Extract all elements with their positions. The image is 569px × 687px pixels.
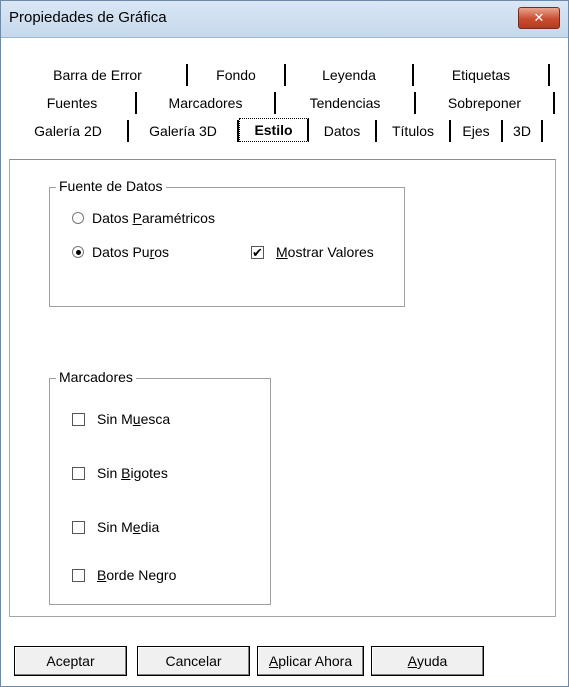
marcadores-group: Marcadores Sin Muesca Sin Bigotes Sin Me… — [49, 369, 271, 605]
tab-row-2: Fuentes Marcadores Tendencias Sobreponer — [9, 88, 555, 114]
datos-parametricos-label: Datos Paramétricos — [92, 210, 215, 226]
checkbox-icon — [72, 466, 85, 480]
tab-fuentes[interactable]: Fuentes — [9, 92, 137, 114]
tab-fondo[interactable]: Fondo — [188, 64, 286, 86]
aplicar-ahora-button[interactable]: Aplicar Ahora — [257, 646, 364, 676]
mostrar-valores-label: Mostrar Valores — [276, 244, 374, 260]
tab-tendencias[interactable]: Tendencias — [276, 92, 416, 114]
tab-estilo[interactable]: Estilo — [239, 118, 309, 142]
properties-dialog: Propiedades de Gráfica ✕ Barra de Error … — [0, 0, 569, 687]
sin-bigotes-checkbox[interactable]: Sin Bigotes — [72, 465, 168, 481]
tab-leyenda[interactable]: Leyenda — [286, 64, 414, 86]
sin-muesca-label: Sin Muesca — [97, 411, 171, 427]
tab-etiquetas[interactable]: Etiquetas — [414, 64, 550, 86]
tab-galeria-2d[interactable]: Galería 2D — [9, 120, 129, 142]
tab-barra-de-error[interactable]: Barra de Error — [9, 64, 188, 86]
borde-negro-label: Borde Negro — [97, 567, 177, 583]
datos-puros-label: Datos Puros — [92, 244, 170, 260]
close-button[interactable]: ✕ — [518, 7, 560, 29]
dialog-content: Barra de Error Fondo Leyenda Etiquetas F… — [1, 38, 568, 686]
tab-row-3: Galería 2D Galería 3D Estilo Datos Títul… — [9, 116, 543, 142]
cancelar-button[interactable]: Cancelar — [137, 646, 250, 676]
title-bar[interactable]: Propiedades de Gráfica ✕ — [1, 1, 568, 38]
close-icon: ✕ — [533, 10, 545, 25]
estilo-panel: Fuente de Datos Datos Paramétricos Datos… — [9, 159, 556, 617]
checkbox-icon — [72, 412, 85, 426]
mostrar-valores-checkbox[interactable]: ✔ Mostrar Valores — [251, 244, 374, 260]
borde-negro-checkbox[interactable]: Borde Negro — [72, 567, 176, 583]
checkbox-icon — [72, 568, 85, 582]
fuente-de-datos-legend: Fuente de Datos — [56, 178, 166, 194]
datos-parametricos-radio[interactable]: Datos Paramétricos — [72, 210, 215, 226]
sin-media-label: Sin Media — [97, 519, 160, 535]
tab-datos[interactable]: Datos — [309, 120, 377, 142]
checkmark-icon: ✔ — [251, 244, 264, 260]
sin-media-checkbox[interactable]: Sin Media — [72, 519, 159, 535]
tab-row-1: Barra de Error Fondo Leyenda Etiquetas — [9, 60, 550, 86]
tab-titulos[interactable]: Títulos — [377, 120, 451, 142]
fuente-de-datos-group: Fuente de Datos Datos Paramétricos Datos… — [49, 178, 405, 307]
radio-icon — [72, 212, 84, 224]
radio-selected-icon — [72, 246, 84, 258]
checkbox-icon — [72, 520, 85, 534]
tab-marcadores[interactable]: Marcadores — [137, 92, 276, 114]
sin-muesca-checkbox[interactable]: Sin Muesca — [72, 411, 170, 427]
marcadores-legend: Marcadores — [56, 369, 136, 385]
sin-bigotes-label: Sin Bigotes — [97, 465, 168, 481]
window-title: Propiedades de Gráfica — [9, 9, 167, 26]
tab-3d[interactable]: 3D — [503, 120, 543, 142]
ayuda-button[interactable]: Ayuda — [371, 646, 484, 676]
datos-puros-radio[interactable]: Datos Puros — [72, 244, 169, 260]
tab-sobreponer[interactable]: Sobreponer — [416, 92, 555, 114]
tab-ejes[interactable]: Ejes — [451, 120, 503, 142]
tab-galeria-3d[interactable]: Galería 3D — [129, 120, 239, 142]
aceptar-button[interactable]: Aceptar — [14, 646, 127, 676]
